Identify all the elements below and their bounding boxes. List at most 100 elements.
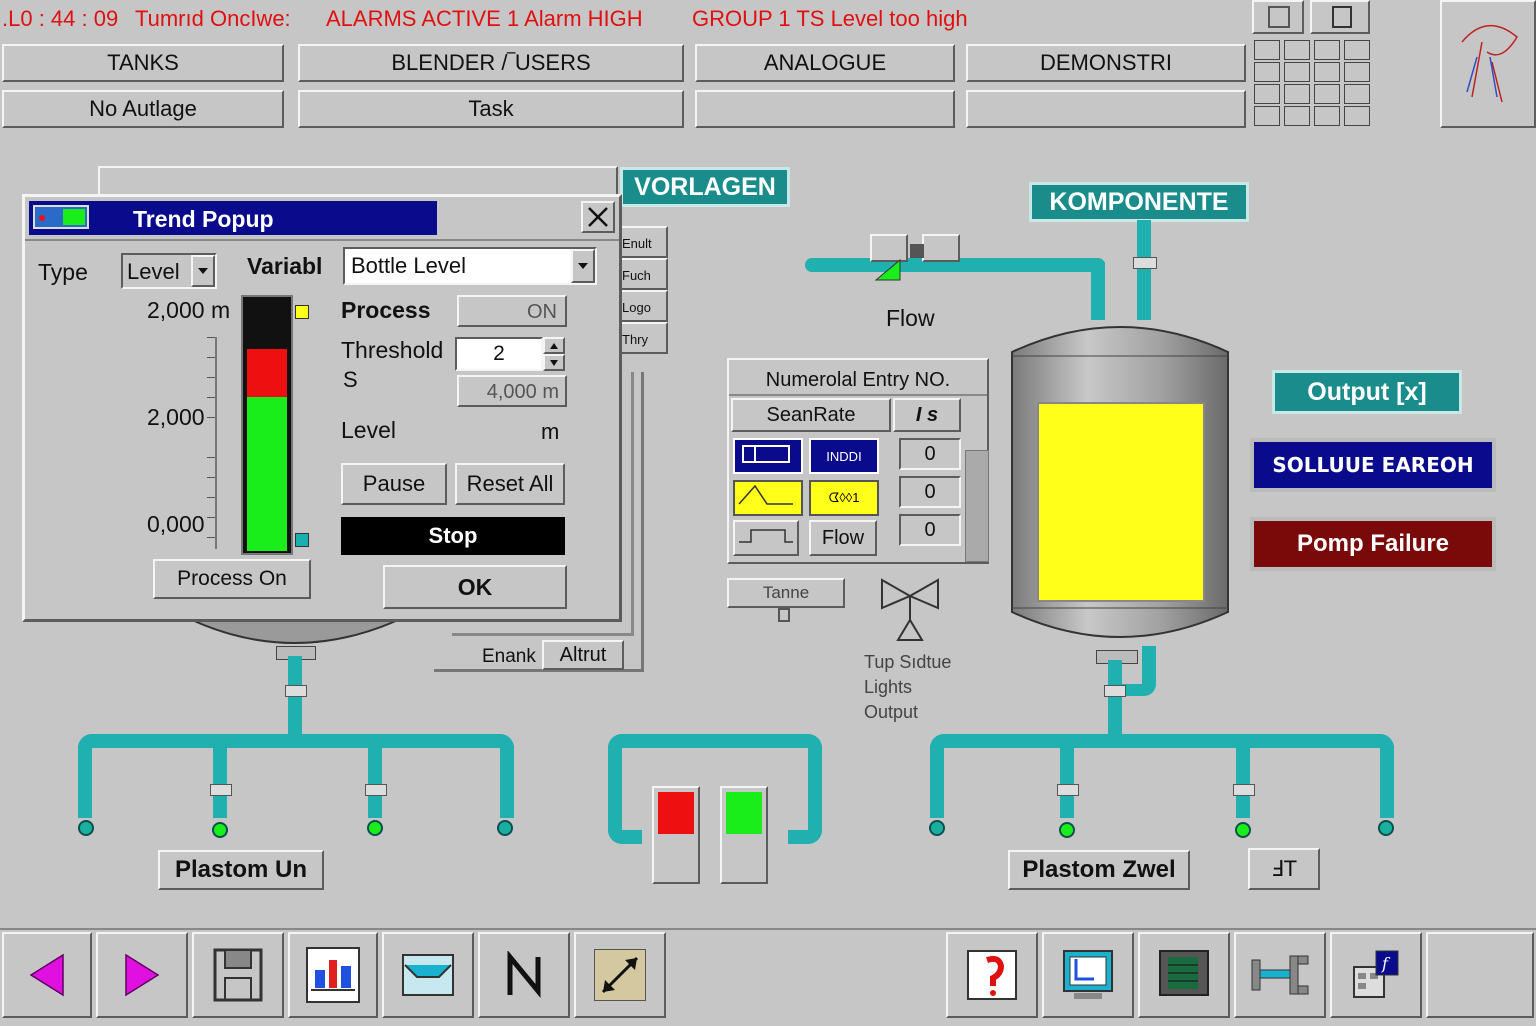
mode-button-yellow-ramp[interactable] [733,480,803,516]
plastom-zwei-button[interactable]: Plastom Zwel [1008,850,1190,890]
grid-cell[interactable] [1314,62,1340,82]
ni-button[interactable] [478,932,570,1018]
grid-cell[interactable] [1254,84,1280,104]
numeric-value-3[interactable]: 0 [899,514,961,546]
tab-analogue[interactable]: ANALOGUE [695,44,955,82]
bg-list-item[interactable]: Enult [618,226,668,258]
resize-button[interactable] [574,932,666,1018]
bg-list-item[interactable]: Logo [618,290,668,322]
pipe-node[interactable] [929,820,945,836]
mode-button-navy[interactable] [733,438,803,474]
numeric-value-2[interactable]: 0 [899,476,961,508]
flow-mode-button[interactable]: Flow [809,520,877,556]
scale-bottom: 0,000 [147,511,205,537]
pipe-node[interactable] [1378,820,1394,836]
process-on-button[interactable]: Process On [153,559,311,599]
window-restore-button[interactable] [1252,0,1304,34]
bg-list-item[interactable]: Fuch [618,258,668,290]
grid-cell[interactable] [1254,62,1280,82]
threshold-spinner[interactable] [543,337,565,371]
grid-cell[interactable] [1344,62,1370,82]
small-control-button[interactable]: ℲT [1248,848,1320,890]
numeric-value-1[interactable]: 0 [899,438,961,470]
plant-view-button[interactable] [288,932,378,1018]
trend-popup: Trend Popup Type Level Variabl Bottle Le… [22,194,622,622]
pipe-node[interactable] [78,820,94,836]
variable-select[interactable]: Bottle Level [343,247,597,285]
next-button[interactable] [96,932,188,1018]
left-branch [213,746,227,818]
left-branch [500,734,514,818]
mode-button-step[interactable] [733,520,799,556]
grid-cell[interactable] [1344,106,1370,126]
tanne-button[interactable]: Tanne [727,578,845,608]
system-button[interactable]: f [1330,932,1422,1018]
pause-button[interactable]: Pause [341,463,447,505]
threshold-input[interactable]: 2 [455,337,543,371]
grid-cell[interactable] [1314,106,1340,126]
network-button[interactable] [1310,0,1370,34]
mode-button-indo[interactable]: INDDI [809,438,879,474]
grid-cell[interactable] [1344,40,1370,60]
grid-cell[interactable] [1254,106,1280,126]
pipe-node-active[interactable] [212,822,228,838]
variable-dropdown-button[interactable] [571,249,595,283]
red-indicator[interactable] [652,786,700,884]
subtab-no-autlage[interactable]: No Autlage [2,90,284,128]
chevron-up-icon [550,342,558,349]
save-button[interactable] [192,932,284,1018]
pipe-node-active[interactable] [1235,822,1251,838]
pipe-node-active[interactable] [367,820,383,836]
ok-button[interactable]: OK [383,565,567,609]
tab-tanks[interactable]: TANKS [2,44,284,82]
output-x-button[interactable]: Output [x] [1272,370,1462,414]
scale-top: 2,000 m [147,297,231,323]
subtab-empty-2[interactable] [966,90,1246,128]
mode-button-yellow-key[interactable]: ᗧ◊◊1 [809,480,879,516]
type-dropdown-button[interactable] [191,255,215,287]
subtab-empty-1[interactable] [695,90,955,128]
solution-button[interactable]: SOLLUUE EAREOH [1250,438,1496,492]
previous-button[interactable] [2,932,92,1018]
grid-cell[interactable] [1314,84,1340,104]
pipe-node[interactable] [497,820,513,836]
close-icon [588,207,608,227]
flow-valve-right[interactable] [922,234,960,262]
output-valve-icon[interactable] [878,576,942,644]
help-button[interactable] [946,932,1038,1018]
quick-grid [1252,40,1376,132]
popup-close-button[interactable] [581,201,615,233]
level-bar-red [247,349,287,397]
reset-all-button[interactable]: Reset All [455,463,565,505]
bg-list-item[interactable]: Thry [618,322,668,354]
grid-cell[interactable] [1284,106,1310,126]
grid-cell[interactable] [1254,40,1280,60]
grid-cell[interactable] [1314,40,1340,60]
subtab-task[interactable]: Task [298,90,684,128]
numeric-scrollbar[interactable] [965,450,989,562]
chevron-down-icon [550,359,558,366]
spin-down-button[interactable] [543,354,565,371]
spin-up-button[interactable] [543,337,565,354]
grid-cell[interactable] [1284,40,1310,60]
tank-view-button[interactable] [382,932,474,1018]
grid-cell[interactable] [1344,84,1370,104]
type-select[interactable]: Level [121,253,217,289]
grid-cell[interactable] [1284,62,1310,82]
high-limit-marker [295,305,309,319]
tab-demonstri[interactable]: DEMONSTRI [966,44,1246,82]
connection-button[interactable] [1234,932,1326,1018]
tab-blender-users[interactable]: BLENDER /‾USERS [298,44,684,82]
plastom-un-button[interactable]: Plastom Un [158,850,324,890]
altrut-button[interactable]: Altrut [542,640,624,670]
grid-cell[interactable] [1284,84,1310,104]
green-indicator[interactable] [720,786,768,884]
s-value: 4,000 m [457,375,567,407]
panel-view-button[interactable] [1138,932,1230,1018]
pipe-node-active[interactable] [1059,822,1075,838]
logo-panel [1440,0,1536,128]
chart-view-button[interactable] [1042,932,1134,1018]
background-list: Enult Fuch Logo Thry [618,226,668,356]
stop-button[interactable]: Stop [341,517,565,555]
pump-failure-button[interactable]: Pomp Failure [1250,517,1496,571]
